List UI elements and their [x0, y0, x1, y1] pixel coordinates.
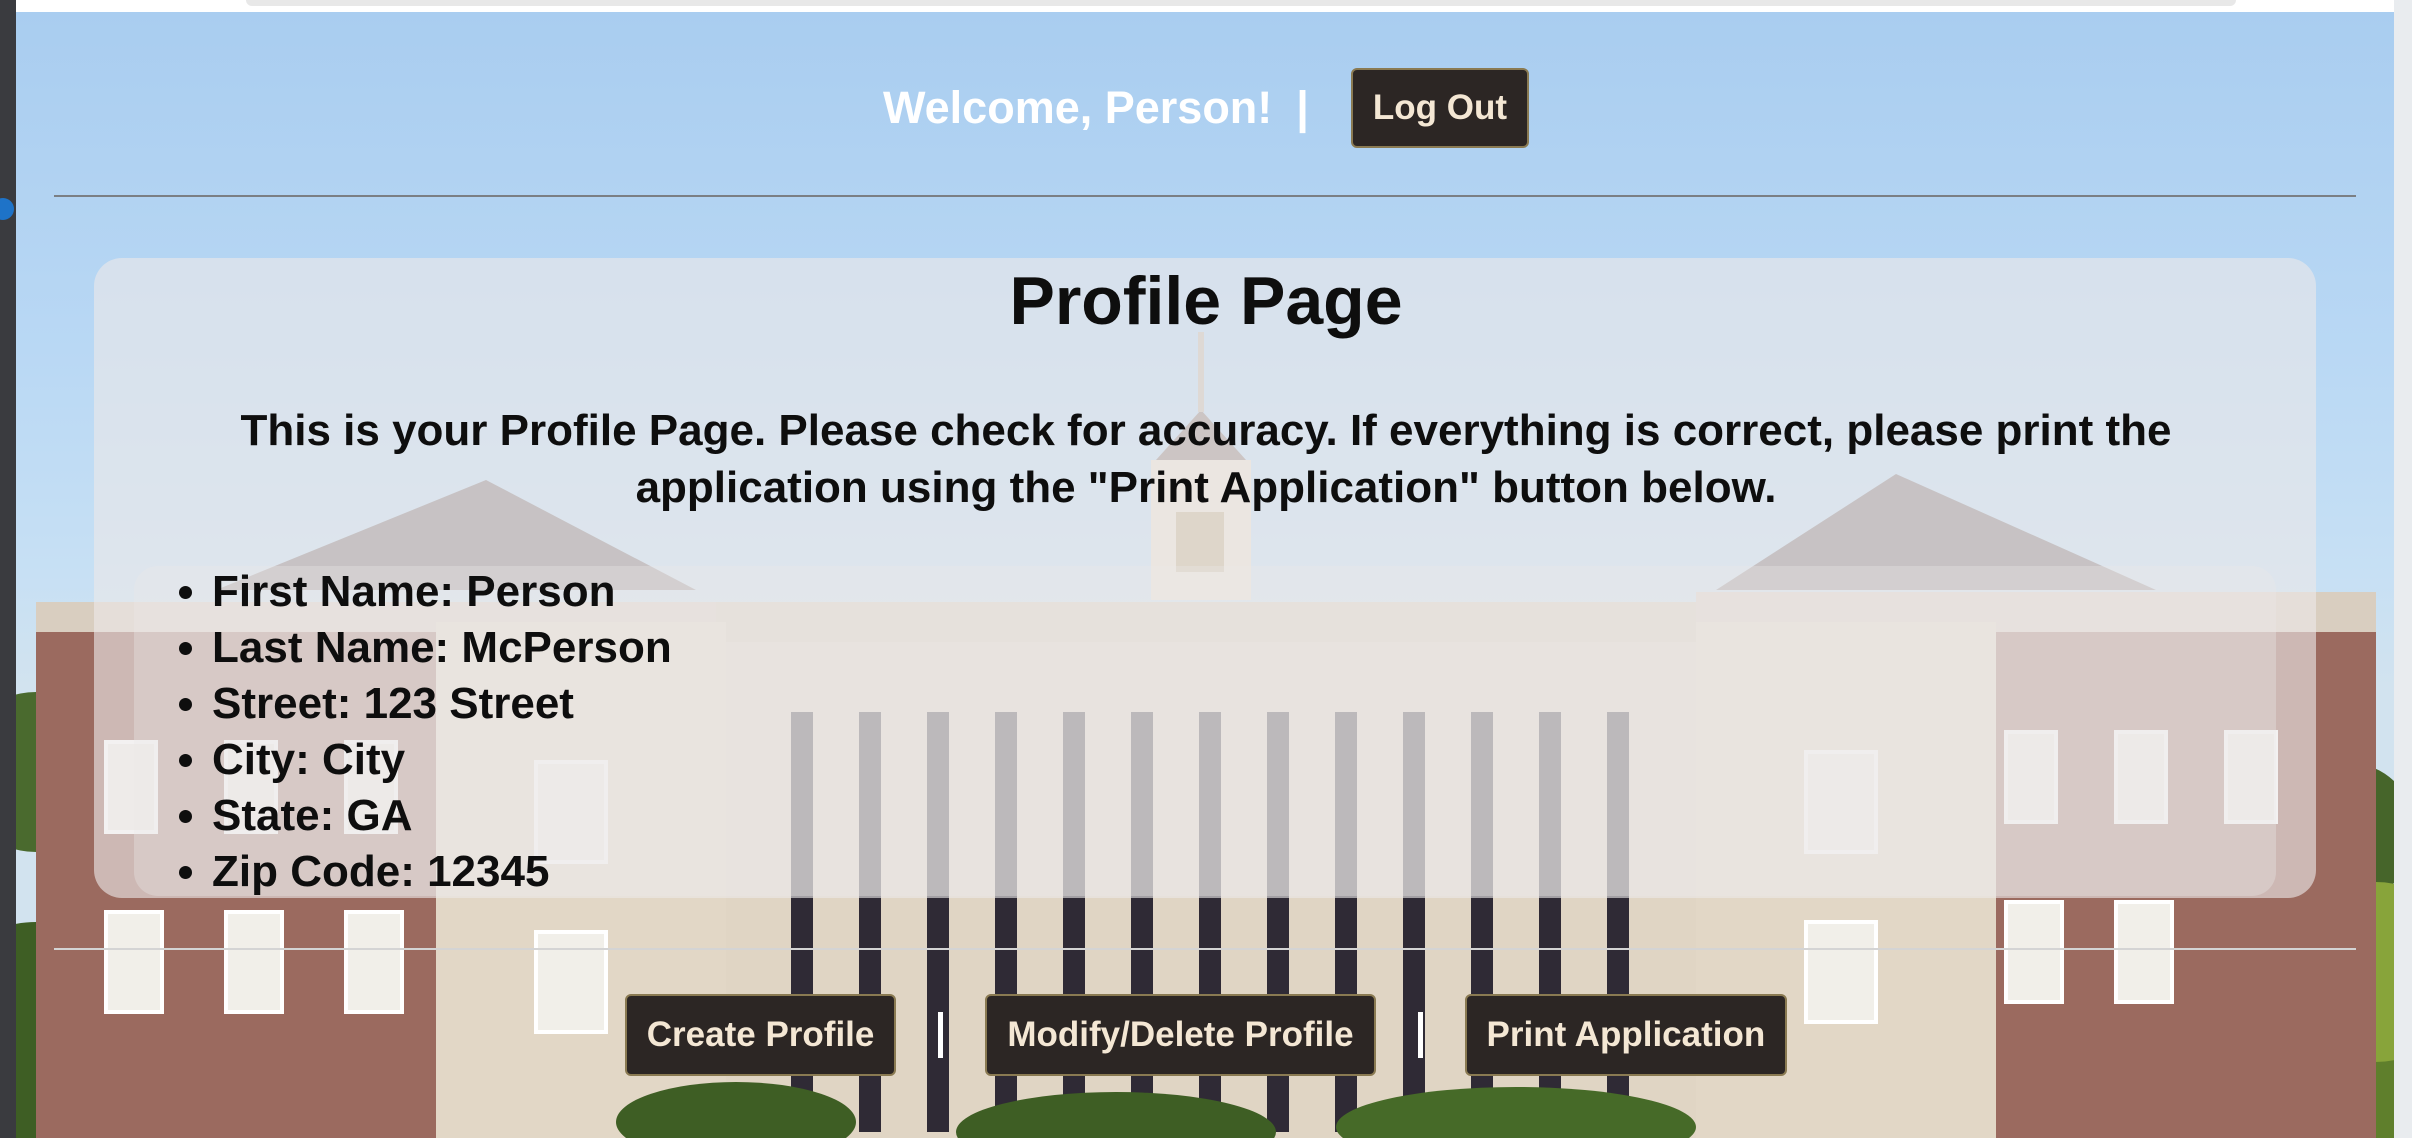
profile-details-list: First Name: Person Last Name: McPerson S…	[170, 564, 672, 900]
city-item: City: City	[212, 732, 672, 788]
page-title: Profile Page	[1009, 263, 1403, 339]
street-item: Street: 123 Street	[212, 676, 672, 732]
editor-sidebar	[0, 0, 16, 1138]
browser-viewport: Welcome, Person! | Log Out Profile Page …	[0, 0, 2412, 1138]
modify-delete-profile-button[interactable]: Modify/Delete Profile	[985, 994, 1376, 1076]
create-profile-button[interactable]: Create Profile	[624, 994, 897, 1076]
print-application-button[interactable]: Print Application	[1464, 994, 1788, 1076]
logout-button[interactable]: Log Out	[1350, 68, 1529, 148]
state-item: State: GA	[212, 788, 672, 844]
last-name-item: Last Name: McPerson	[212, 620, 672, 676]
action-separator	[1417, 1012, 1423, 1058]
right-panel-edge	[2394, 0, 2412, 1138]
profile-actions: Create Profile Modify/Delete Profile Pri…	[0, 994, 2412, 1076]
page-header: Welcome, Person! | Log Out	[0, 68, 2412, 148]
browser-top-bar	[16, 0, 2394, 12]
profile-instructions: This is your Profile Page. Please check …	[240, 406, 2172, 512]
welcome-message: Welcome, Person!	[882, 82, 1273, 133]
action-separator	[938, 1012, 944, 1058]
address-bar[interactable]	[246, 0, 2236, 6]
actions-divider	[54, 948, 2356, 950]
first-name-item: First Name: Person	[212, 564, 672, 620]
zip-code-item: Zip Code: 12345	[212, 844, 672, 900]
notification-dot-icon	[0, 198, 14, 220]
header-separator: |	[1296, 82, 1309, 133]
header-divider	[54, 195, 2356, 197]
